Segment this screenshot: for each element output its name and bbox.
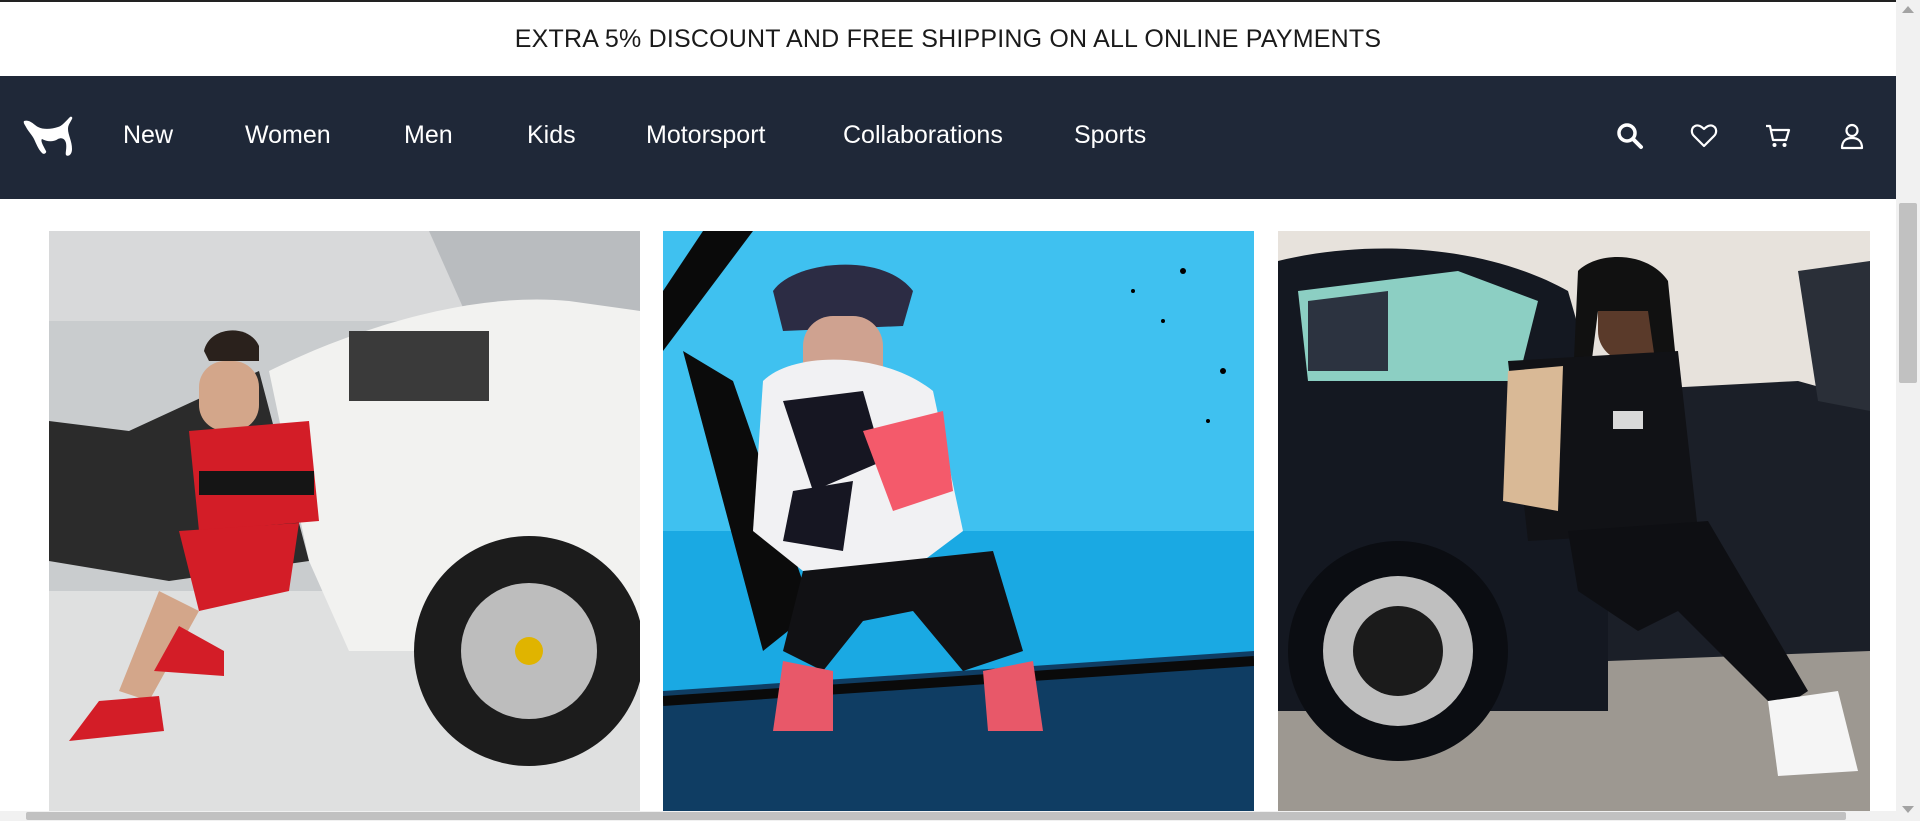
main-navigation: New Women Men Kids Motorsport Collaborat… [0, 76, 1896, 199]
nav-link-men[interactable]: Men [404, 120, 453, 150]
nav-link-kids[interactable]: Kids [527, 120, 576, 150]
gallery-tile-1[interactable] [49, 231, 640, 811]
nav-link-sports[interactable]: Sports [1074, 120, 1146, 150]
search-icon[interactable] [1616, 122, 1644, 150]
nav-link-women[interactable]: Women [245, 120, 331, 150]
cart-icon[interactable] [1764, 122, 1792, 150]
nav-link-collaborations[interactable]: Collaborations [843, 120, 1003, 150]
vertical-scrollbar-thumb[interactable] [1899, 203, 1917, 383]
promo-banner: EXTRA 5% DISCOUNT AND FREE SHIPPING ON A… [0, 0, 1896, 76]
puma-logo-icon[interactable] [22, 115, 76, 159]
scroll-up-arrow-icon[interactable] [1902, 6, 1914, 13]
promo-text: EXTRA 5% DISCOUNT AND FREE SHIPPING ON A… [514, 24, 1382, 53]
product-image [1278, 231, 1870, 811]
nav-link-motorsport[interactable]: Motorsport [646, 120, 765, 150]
heart-icon[interactable] [1690, 122, 1718, 150]
featured-gallery [0, 199, 1896, 811]
horizontal-scrollbar-thumb[interactable] [26, 812, 1846, 820]
vertical-scrollbar[interactable] [1896, 0, 1920, 821]
product-image [49, 231, 640, 811]
gallery-tile-3[interactable] [1278, 231, 1870, 811]
scroll-down-arrow-icon[interactable] [1902, 806, 1914, 813]
gallery-tile-2[interactable] [663, 231, 1254, 811]
nav-link-new[interactable]: New [123, 120, 173, 150]
user-icon[interactable] [1838, 122, 1866, 150]
product-image [663, 231, 1254, 811]
